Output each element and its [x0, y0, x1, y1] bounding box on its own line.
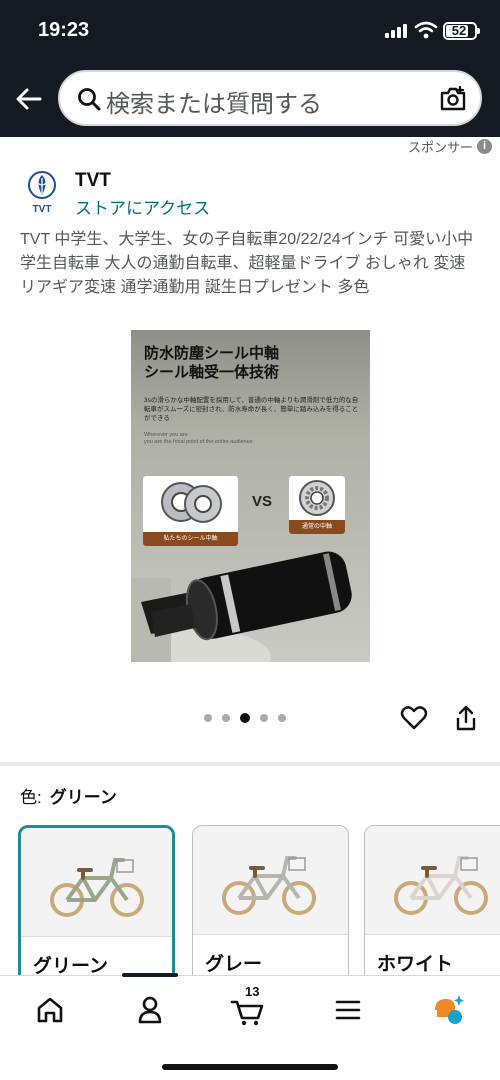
color-option-gray[interactable]: グレー	[192, 825, 349, 985]
normal-bearing-icon	[299, 480, 335, 516]
our-bearing-card: 私たちのシール中軸	[143, 476, 238, 546]
image-english-text: Wherever you are you are the focal point…	[144, 432, 344, 446]
search-placeholder: 検索または質問する	[106, 91, 322, 118]
cellular-signal-icon	[385, 24, 409, 38]
carousel-dots[interactable]	[204, 713, 286, 723]
cart-count-badge: 13	[245, 984, 260, 999]
sponsored-label[interactable]: スポンサー i	[408, 137, 492, 156]
search-input[interactable]: 検索または質問する	[58, 70, 482, 126]
vs-label: VS	[252, 493, 273, 510]
bicycle-icon	[222, 856, 316, 915]
wifi-icon	[414, 21, 438, 39]
sponsored-text: スポンサー	[407, 140, 473, 155]
carousel-dot-active[interactable]	[240, 713, 250, 723]
color-label: 色: グリーン	[20, 783, 117, 808]
brand-name[interactable]: TVT	[75, 170, 111, 192]
home-indicator	[162, 1064, 338, 1070]
brand-logo[interactable]: TVT	[20, 170, 64, 214]
bottom-bracket-illustration	[131, 551, 352, 662]
carousel-dot[interactable]	[204, 714, 212, 722]
image-english-line1: Wherever you are	[144, 432, 188, 438]
product-title[interactable]: TVT 中学生、大学生、女の子自転車20/22/24インチ 可愛い小中学生自転車…	[20, 228, 482, 300]
back-arrow-icon[interactable]	[12, 82, 46, 116]
normal-bearing-card: 通常の中軸	[289, 476, 345, 534]
image-description: 3sの滑らかな中軸配置を採用して、普通の中軸よりも潤滑剤で低力的な自転車がスムー…	[144, 397, 359, 422]
image-heading: 防水防塵シール中軸 シール軸受一体技術	[144, 344, 279, 382]
camera-search-icon[interactable]	[438, 84, 468, 114]
info-icon: i	[477, 139, 492, 154]
home-icon[interactable]	[30, 990, 70, 1030]
status-time: 19:23	[38, 19, 90, 41]
section-divider	[0, 762, 500, 766]
bicycle-icon	[50, 858, 144, 917]
normal-bearing-label: 通常の中軸	[289, 520, 345, 534]
menu-icon[interactable]	[328, 990, 368, 1030]
selected-color: グリーン	[49, 788, 117, 807]
color-option-green[interactable]: グリーン	[18, 825, 175, 985]
brand-logo-text: TVT	[33, 204, 52, 214]
battery-percent: 52	[451, 23, 467, 38]
carousel-dot[interactable]	[222, 714, 230, 722]
assistant-icon[interactable]	[428, 990, 468, 1030]
color-option-white[interactable]: ホワイト	[364, 825, 500, 985]
bicycle-icon	[394, 856, 488, 915]
sealed-bearing-icon	[161, 482, 222, 523]
account-icon[interactable]	[130, 990, 170, 1030]
product-image[interactable]: 防水防塵シール中軸 シール軸受一体技術 3sの滑らかな中軸配置を採用して、普通の…	[131, 330, 370, 662]
bottom-navigation: 13	[0, 973, 500, 1080]
active-tab-indicator	[122, 973, 178, 977]
heart-icon[interactable]	[400, 704, 428, 732]
search-icon	[78, 88, 101, 111]
share-icon[interactable]	[453, 704, 479, 732]
image-heading-line1: 防水防塵シール中軸	[144, 345, 280, 362]
image-heading-line2: シール軸受一体技術	[144, 364, 280, 381]
carousel-dot[interactable]	[260, 714, 268, 722]
battery-icon: 52	[443, 22, 480, 40]
image-english-line2: you are the focal point of the entire au…	[144, 439, 253, 445]
carousel-dot[interactable]	[278, 714, 286, 722]
top-bar: 19:23 52 検索または質問する	[0, 0, 500, 137]
store-link[interactable]: ストアにアクセス	[75, 194, 210, 219]
color-label-text: 色:	[20, 788, 42, 807]
